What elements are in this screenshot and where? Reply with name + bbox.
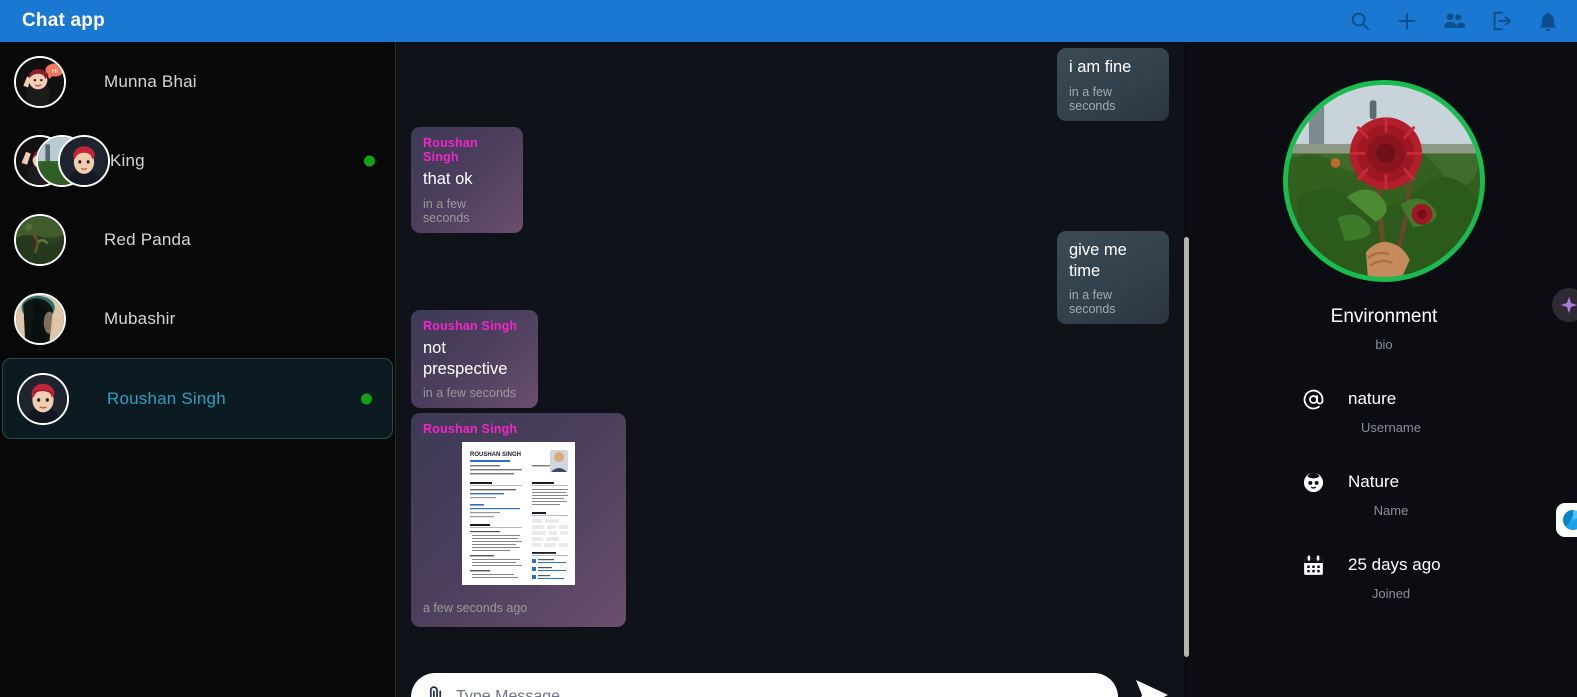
message-text: that ok bbox=[423, 170, 473, 188]
status-badge-online bbox=[361, 393, 372, 404]
message-sender: Roushan Singh bbox=[423, 422, 518, 436]
message-text: i am fine bbox=[1069, 58, 1132, 76]
profile-field-joined: 25 days ago Joined bbox=[1191, 552, 1577, 601]
profile-field-label: Name bbox=[1373, 503, 1409, 518]
app-shortcut-icon[interactable] bbox=[1556, 503, 1577, 537]
avatar bbox=[14, 213, 66, 266]
at-icon bbox=[1300, 386, 1326, 412]
avatar-image-person-hi-sticker: Hi bbox=[14, 55, 66, 108]
avatar-profile-red-dahlia-flower-photo[interactable] bbox=[1283, 80, 1485, 282]
people-icon[interactable] bbox=[1443, 10, 1465, 32]
message-timestamp: in a few seconds bbox=[1069, 84, 1116, 113]
message-timestamp: a few seconds ago bbox=[423, 601, 528, 615]
bell-icon[interactable] bbox=[1537, 10, 1559, 32]
messages-container: i am fine in a few seconds Roushan Singh… bbox=[397, 42, 1187, 697]
message-timestamp: in a few seconds bbox=[423, 196, 470, 225]
status-badge-online bbox=[364, 155, 375, 166]
chat-scrollbar-thumb[interactable] bbox=[1184, 237, 1189, 657]
sidebar-item-roushan-singh[interactable]: Roushan Singh bbox=[2, 358, 393, 439]
svg-text:ROUSHAN SINGH: ROUSHAN SINGH bbox=[470, 452, 521, 458]
calendar-icon bbox=[1300, 552, 1326, 578]
avatar bbox=[17, 372, 69, 425]
sidebar-item-label: Munna Bhai bbox=[104, 71, 197, 91]
sidebar-item-mubashir[interactable]: Mubashir bbox=[0, 279, 395, 358]
message-timestamp: in a few seconds bbox=[423, 386, 517, 401]
sidebar-item-label: Red Panda bbox=[104, 229, 191, 249]
plus-icon[interactable] bbox=[1396, 10, 1418, 32]
profile-panel: Environment bio nature Username Nature N… bbox=[1191, 42, 1577, 697]
contacts-sidebar[interactable]: Hi Munna Bhai King Red Panda Mubashir Ro… bbox=[0, 42, 396, 697]
message-text: not prespective bbox=[423, 339, 508, 378]
avatar-group-stack bbox=[14, 134, 110, 187]
attachment-image-resume-document[interactable]: ROUSHAN SINGH bbox=[462, 442, 575, 585]
avatar: Hi bbox=[14, 55, 66, 108]
avatar-image-avatar-red-hair bbox=[17, 372, 69, 425]
sidebar-item-munna-bhai[interactable]: Hi Munna Bhai bbox=[0, 42, 395, 121]
paperclip-icon[interactable] bbox=[427, 685, 444, 697]
message-bubble-incoming[interactable]: Roushan Singh that ok in a few seconds bbox=[411, 127, 523, 233]
message-input[interactable] bbox=[456, 673, 1102, 697]
sidebar-item-label: King bbox=[110, 150, 145, 170]
message-text: give me time bbox=[1069, 241, 1127, 280]
top-bar-actions bbox=[1349, 10, 1559, 32]
avatar-image-3 bbox=[58, 134, 110, 187]
message-bubble-outgoing[interactable]: give me time in a few seconds bbox=[1057, 231, 1169, 325]
svg-text:Hi: Hi bbox=[52, 67, 58, 74]
sidebar-item-king[interactable]: King bbox=[0, 121, 395, 200]
sidebar-item-label: Roushan Singh bbox=[107, 388, 226, 408]
profile-display-name: Environment bbox=[1330, 306, 1438, 327]
avatar bbox=[14, 292, 66, 345]
search-icon[interactable] bbox=[1349, 10, 1371, 32]
chat-message-list[interactable]: i am fine in a few seconds Roushan Singh… bbox=[397, 42, 1187, 697]
message-bubble-outgoing[interactable]: i am fine in a few seconds bbox=[1057, 48, 1169, 121]
profile-field-label: Joined bbox=[1371, 586, 1411, 601]
profile-field-value: nature bbox=[1348, 389, 1397, 408]
profile-field-label: Username bbox=[1361, 420, 1421, 435]
face-icon bbox=[1300, 469, 1326, 495]
chat-app-window: Chat app Hi Munna Bhai King Red Panda Mu… bbox=[0, 0, 1577, 697]
profile-field-value: Nature bbox=[1348, 472, 1400, 491]
sidebar-item-label: Mubashir bbox=[104, 308, 176, 328]
message-sender: Roushan Singh bbox=[423, 319, 518, 333]
profile-field-value: 25 days ago bbox=[1348, 555, 1441, 574]
chat-scrollbar-track[interactable] bbox=[1184, 42, 1190, 697]
message-composer[interactable] bbox=[411, 673, 1118, 697]
send-icon[interactable] bbox=[1134, 678, 1172, 697]
profile-field-username: nature Username bbox=[1191, 386, 1577, 435]
top-bar: Chat app bbox=[0, 0, 1577, 42]
message-sender: Roushan Singh bbox=[423, 136, 478, 164]
message-bubble-incoming[interactable]: Roushan Singh not prespective in a few s… bbox=[411, 310, 538, 409]
avatar-image-dark-portrait bbox=[14, 292, 66, 345]
profile-bio-label: bio bbox=[1375, 337, 1393, 352]
profile-field-name: Nature Name bbox=[1191, 469, 1577, 518]
message-timestamp: in a few seconds bbox=[1069, 288, 1116, 317]
message-bubble-incoming-image[interactable]: Roushan Singh ROUSHAN SINGH a few second… bbox=[411, 413, 626, 627]
avatar-image-nature-photo bbox=[14, 213, 66, 266]
sidebar-item-red-panda[interactable]: Red Panda bbox=[0, 200, 395, 279]
logout-icon[interactable] bbox=[1490, 10, 1512, 32]
app-title: Chat app bbox=[22, 10, 105, 31]
